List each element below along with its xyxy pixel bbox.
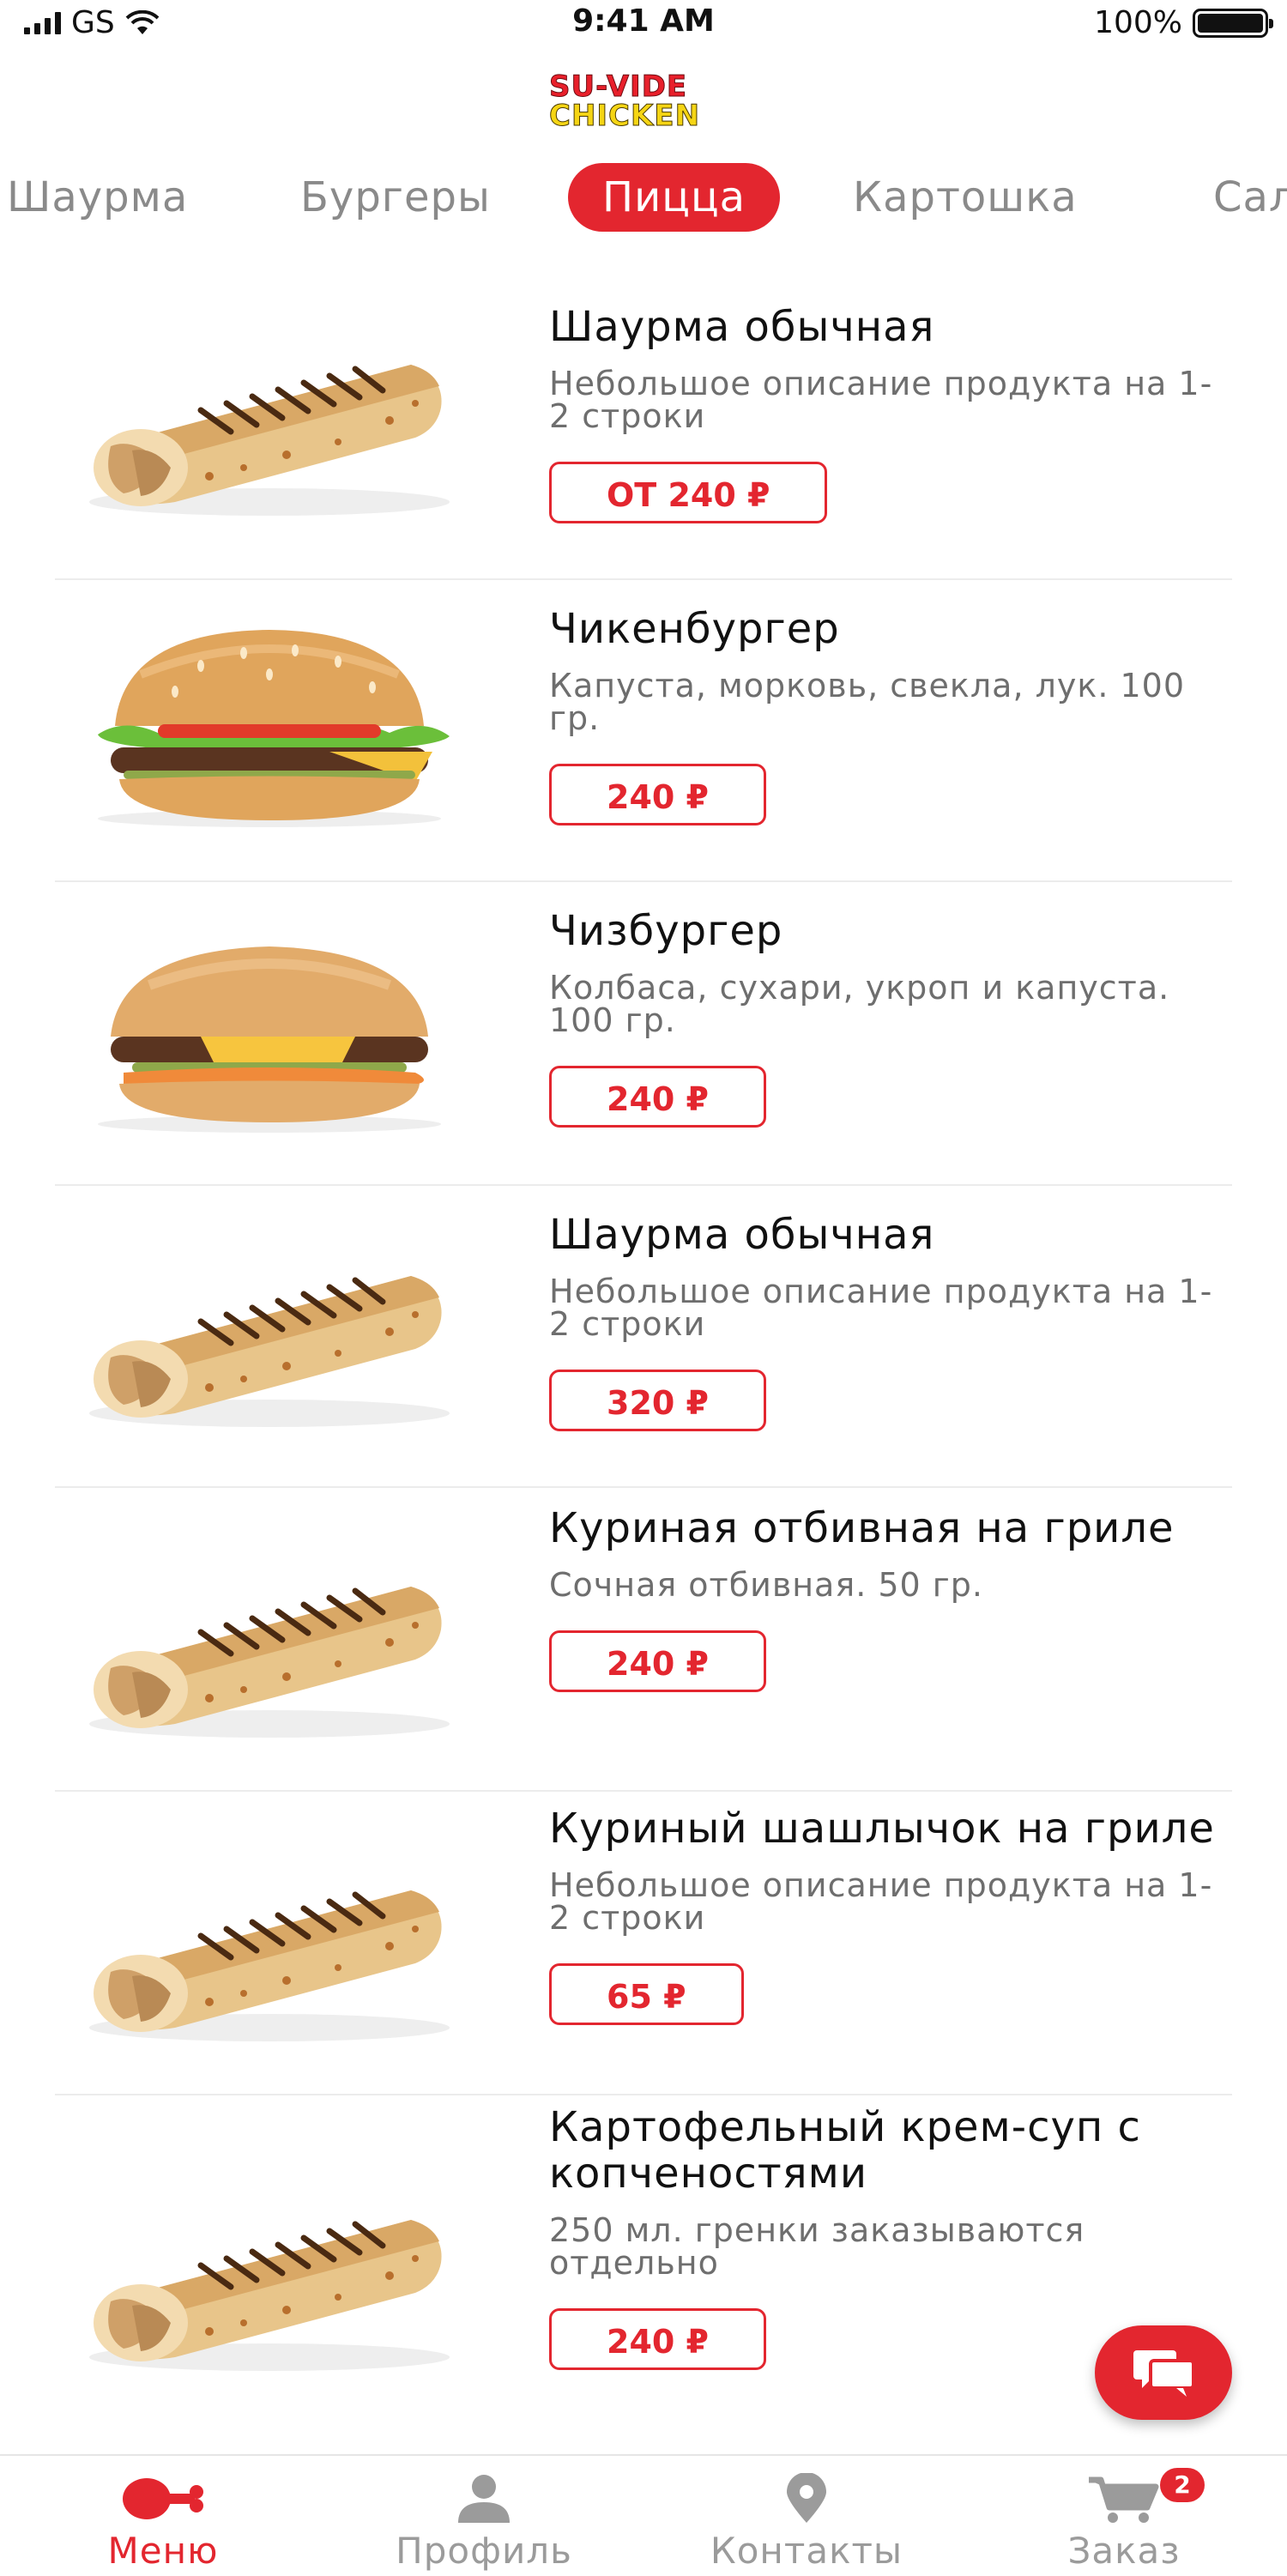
- tab-potato[interactable]: Картошка: [853, 163, 1078, 232]
- product-info: Куриная отбивная на гриле Сочная отбивна…: [549, 1505, 1232, 1692]
- tabbar-menu[interactable]: Меню: [34, 2473, 292, 2572]
- product-card[interactable]: Куриная отбивная на гриле Сочная отбивна…: [55, 1488, 1232, 1792]
- product-title: Чикенбургер: [549, 605, 840, 653]
- battery-percent: 100%: [1094, 5, 1182, 40]
- category-tabs: Шаурма Бургеры Пицца Картошка Салаты: [0, 163, 1287, 237]
- person-icon: [458, 2475, 510, 2523]
- product-description: Небольшое описание продукта на 1-2 строк…: [549, 1866, 1213, 1937]
- product-info: Шаурма обычная Небольшое описание продук…: [549, 304, 1232, 523]
- price-button[interactable]: 65 ₽: [549, 1963, 744, 2025]
- price-button[interactable]: 240 ₽: [549, 2308, 766, 2370]
- tabbar-contacts[interactable]: Контакты: [678, 2473, 935, 2572]
- tab-pizza[interactable]: Пицца: [568, 163, 781, 232]
- brand-logo: SU-VIDE CHICKEN: [549, 72, 755, 141]
- status-right: 100%: [1094, 5, 1273, 40]
- chicken-leg-icon: [123, 2478, 203, 2519]
- chat-icon: [1133, 2350, 1195, 2397]
- product-image-shawarma: [72, 1539, 467, 1745]
- price-button[interactable]: 240 ₽: [549, 764, 766, 825]
- product-title: Картофельный крем-суп с копченостями: [549, 2103, 1141, 2198]
- product-card[interactable]: Чизбургер Колбаса, сухари, укроп и капус…: [55, 882, 1232, 1186]
- product-info: Куриный шашлычок на гриле Небольшое опис…: [549, 1805, 1232, 2025]
- tabbar-order[interactable]: 2 Заказ: [995, 2468, 1253, 2572]
- product-description: Небольшое описание продукта на 1-2 строк…: [549, 1273, 1213, 1343]
- product-info: Чикенбургер Капуста, морковь, свекла, лу…: [549, 606, 1232, 825]
- product-title: Куриная отбивная на гриле: [549, 1504, 1175, 1552]
- status-bar: GS 9:41 AM 100%: [0, 0, 1287, 51]
- product-image-shawarma: [72, 1843, 467, 2049]
- product-title: Шаурма обычная: [549, 303, 935, 351]
- product-image-shawarma: [72, 317, 467, 523]
- tabbar-profile[interactable]: Профиль: [355, 2473, 613, 2572]
- chat-button[interactable]: [1095, 2325, 1232, 2420]
- product-card[interactable]: Куриный шашлычок на гриле Небольшое опис…: [55, 1792, 1232, 2095]
- price-button[interactable]: 240 ₽: [549, 1066, 766, 1128]
- product-title: Чизбургер: [549, 907, 783, 955]
- logo-line-1: SU-VIDE: [549, 70, 688, 104]
- product-image-shawarma: [72, 2173, 467, 2379]
- product-card[interactable]: Шаурма обычная Небольшое описание продук…: [55, 1186, 1232, 1488]
- product-description: Сочная отбивная. 50 гр.: [549, 1566, 983, 1604]
- product-card[interactable]: Шаурма обычная Небольшое описание продук…: [55, 275, 1232, 580]
- product-description: Колбаса, сухари, укроп и капуста. 100 гр…: [549, 969, 1170, 1039]
- tabbar-label: Меню: [107, 2530, 219, 2572]
- battery-icon: [1193, 8, 1273, 38]
- product-info: Шаурма обычная Небольшое описание продук…: [549, 1212, 1232, 1431]
- tab-burgers[interactable]: Бургеры: [300, 163, 491, 232]
- tab-shawarma[interactable]: Шаурма: [7, 163, 188, 232]
- tabbar-label: Профиль: [396, 2530, 572, 2572]
- cart-badge: 2: [1160, 2468, 1205, 2502]
- product-info: Чизбургер Колбаса, сухари, укроп и капус…: [549, 908, 1232, 1128]
- product-title: Шаурма обычная: [549, 1211, 935, 1259]
- price-button[interactable]: 240 ₽: [549, 1630, 766, 1692]
- product-description: Капуста, морковь, свекла, лук. 100 гр.: [549, 667, 1186, 737]
- product-description: Небольшое описание продукта на 1-2 строк…: [549, 365, 1213, 435]
- product-image-shawarma: [72, 1229, 467, 1435]
- price-button[interactable]: 320 ₽: [549, 1370, 766, 1431]
- tabbar-label: Контакты: [710, 2530, 903, 2572]
- price-button[interactable]: ОТ 240 ₽: [549, 462, 828, 523]
- product-card[interactable]: Картофельный крем-суп с копченостями 250…: [55, 2095, 1232, 2456]
- product-title: Куриный шашлычок на гриле: [549, 1805, 1215, 1853]
- product-card[interactable]: Чикенбургер Капуста, морковь, свекла, лу…: [55, 580, 1232, 882]
- product-description: 250 мл. гренки заказываются отдельно: [549, 2211, 1085, 2282]
- product-image-chickenburger: [72, 623, 467, 829]
- cart-icon: [1089, 2476, 1159, 2523]
- tabbar-label: Заказ: [1067, 2530, 1181, 2572]
- product-image-cheeseburger: [72, 934, 467, 1140]
- tab-salads[interactable]: Салаты: [1213, 163, 1287, 232]
- bottom-tab-bar: Меню Профиль Контакты 2 Заказ: [0, 2454, 1287, 2576]
- location-pin-icon: [787, 2473, 826, 2523]
- logo-line-2: CHICKEN: [549, 99, 701, 133]
